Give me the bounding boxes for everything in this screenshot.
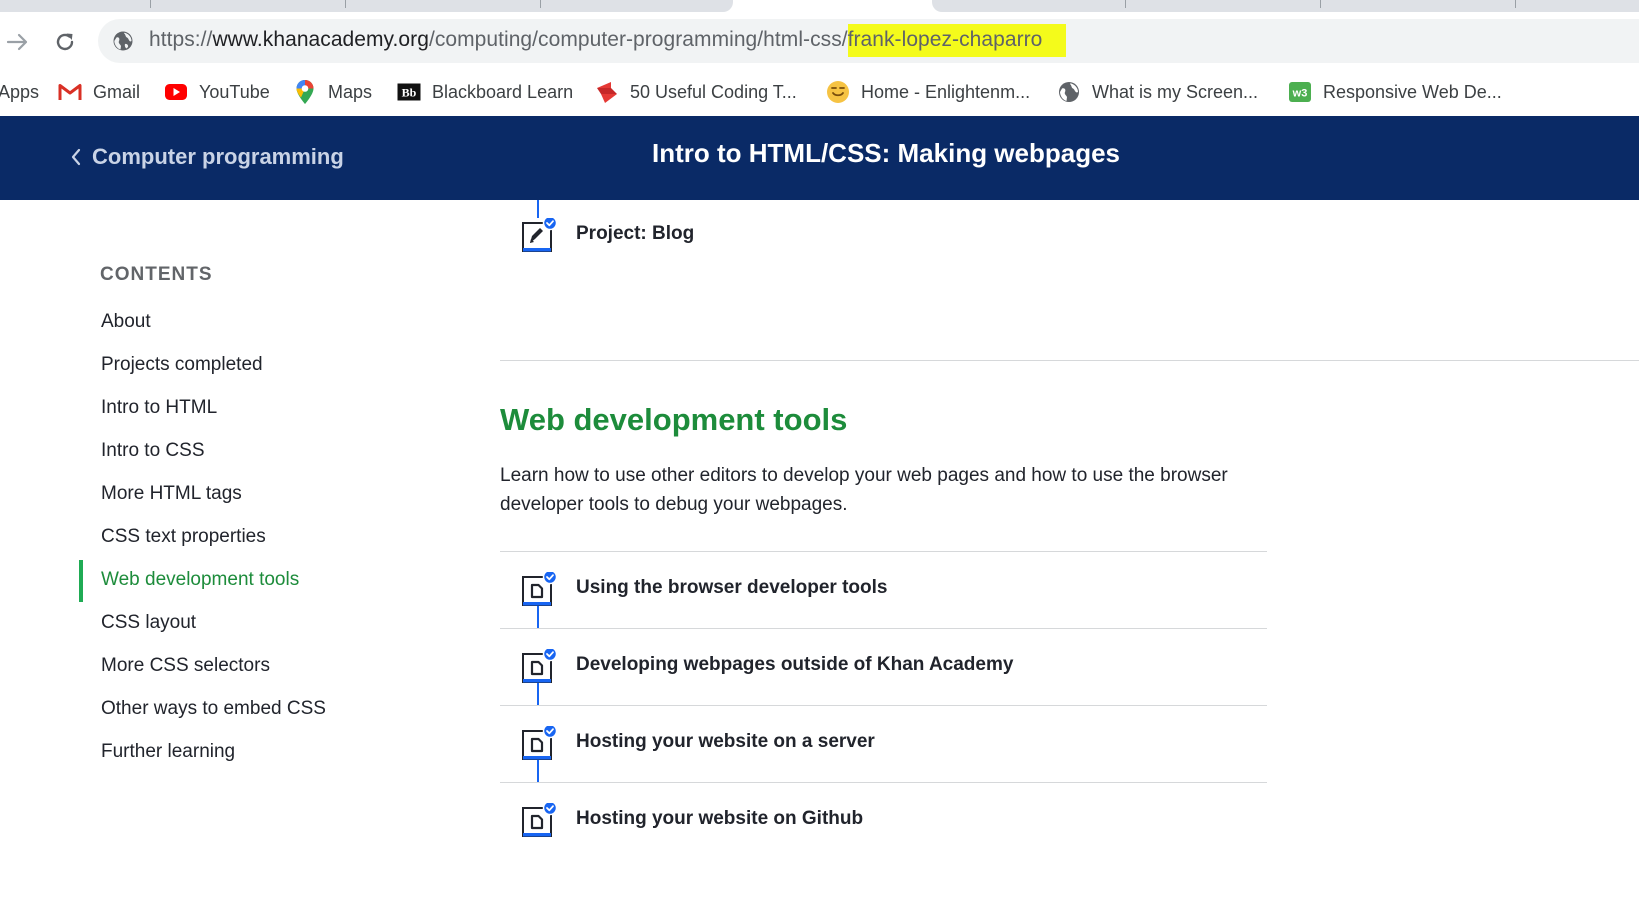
toc-item-intro-to-html[interactable]: Intro to HTML xyxy=(79,386,439,429)
w3-icon: w3 xyxy=(1288,80,1312,104)
reload-button[interactable] xyxy=(47,24,83,60)
tab-separator xyxy=(540,0,541,8)
bookmark-label: Gmail xyxy=(93,81,141,102)
section-divider xyxy=(500,360,1639,361)
bookmark-apps[interactable]: Apps xyxy=(0,76,39,108)
tab-separator xyxy=(1320,0,1321,8)
url-path: /computing/computer-programming/html-css… xyxy=(428,28,848,51)
url-highlighted-slug: frank-lopez-chaparro xyxy=(847,24,1067,57)
youtube-icon xyxy=(164,80,188,104)
maps-icon xyxy=(293,80,317,104)
url-text[interactable]: https://www.khanacademy.org/computing/co… xyxy=(149,24,1067,57)
toc-item-more-html-tags[interactable]: More HTML tags xyxy=(79,472,439,515)
toc-item-projects-completed[interactable]: Projects completed xyxy=(79,343,439,386)
chevron-left-icon xyxy=(70,148,82,166)
reload-icon xyxy=(56,33,74,51)
contents-heading: CONTENTS xyxy=(100,264,213,285)
toc-item-intro-to-css[interactable]: Intro to CSS xyxy=(79,429,439,472)
bookmarks-bar: Apps Gmail YouTube Maps Bb Blackboard Le… xyxy=(0,70,1639,116)
lesson-item[interactable]: Hosting your website on Github xyxy=(500,782,1267,856)
lesson-label: Developing webpages outside of Khan Acad… xyxy=(576,654,1014,675)
svg-text:w3: w3 xyxy=(1292,88,1308,100)
browser-toolbar: https://www.khanacademy.org/computing/co… xyxy=(0,12,1639,70)
lesson-item[interactable]: Developing webpages outside of Khan Acad… xyxy=(500,628,1267,705)
lesson-label: Hosting your website on a server xyxy=(576,731,875,752)
bookmark-label: What is my Screen... xyxy=(1092,81,1259,102)
bookmark-label: 50 Useful Coding T... xyxy=(630,81,797,102)
bookmark-responsive-web[interactable]: w3 Responsive Web De... xyxy=(1288,76,1502,108)
toc-item-further-learning[interactable]: Further learning xyxy=(79,730,439,773)
lesson-item[interactable]: Hosting your website on a server xyxy=(500,705,1267,782)
coding-icon xyxy=(595,80,619,104)
toc-item-more-css-selectors[interactable]: More CSS selectors xyxy=(79,644,439,687)
address-bar[interactable]: https://www.khanacademy.org/computing/co… xyxy=(98,19,1639,63)
svg-text:Bb: Bb xyxy=(402,86,417,100)
blackboard-icon: Bb xyxy=(397,80,421,104)
bookmark-label: Apps xyxy=(0,81,40,102)
tab-strip xyxy=(0,0,1639,12)
bookmark-gmail[interactable]: Gmail xyxy=(58,76,140,108)
page-title: Intro to HTML/CSS: Making webpages xyxy=(652,138,1121,168)
bookmark-screen-size[interactable]: What is my Screen... xyxy=(1057,76,1258,108)
toc-item-web-development-tools[interactable]: Web development tools xyxy=(79,558,439,602)
globe-icon xyxy=(1057,80,1081,104)
table-of-contents: About Projects completed Intro to HTML I… xyxy=(79,300,439,773)
bookmark-blackboard[interactable]: Bb Blackboard Learn xyxy=(397,76,573,108)
course-header: Computer programming Intro to HTML/CSS: … xyxy=(0,116,1639,200)
project-label: Project: Blog xyxy=(576,223,695,244)
forward-button[interactable] xyxy=(0,24,36,60)
bookmark-coding[interactable]: 50 Useful Coding T... xyxy=(595,76,797,108)
project-rocket-icon xyxy=(522,218,557,252)
bookmark-youtube[interactable]: YouTube xyxy=(164,76,270,108)
url-scheme: https:// xyxy=(149,28,213,51)
lesson-list: Using the browser developer tools Develo… xyxy=(500,551,1267,856)
tab-separator xyxy=(345,0,346,8)
toc-item-about[interactable]: About xyxy=(79,300,439,343)
tab-separator xyxy=(1515,0,1516,8)
bookmark-label: Blackboard Learn xyxy=(432,81,574,102)
bookmark-label: YouTube xyxy=(199,81,270,102)
arrow-forward-icon xyxy=(6,33,28,51)
bookmark-label: Responsive Web De... xyxy=(1323,81,1502,102)
bookmark-enlightenment[interactable]: Home - Enlightenm... xyxy=(826,76,1030,108)
browser-tab-group-right[interactable] xyxy=(932,0,1639,12)
toc-item-other-ways-to-embed-css[interactable]: Other ways to embed CSS xyxy=(79,687,439,730)
project-item[interactable]: Project: Blog xyxy=(500,212,1300,260)
bookmark-maps[interactable]: Maps xyxy=(293,76,372,108)
toc-item-css-layout[interactable]: CSS layout xyxy=(79,601,439,644)
lesson-label: Using the browser developer tools xyxy=(576,577,888,598)
back-link-label: Computer programming xyxy=(92,144,344,169)
back-to-course-link[interactable]: Computer programming xyxy=(70,140,344,174)
lesson-label: Hosting your website on Github xyxy=(576,808,864,829)
lesson-item[interactable]: Using the browser developer tools xyxy=(500,551,1267,628)
browser-tab-group[interactable] xyxy=(0,0,733,12)
globe-icon[interactable] xyxy=(112,30,134,52)
article-icon xyxy=(522,726,557,760)
bookmark-label: Maps xyxy=(328,81,373,102)
url-host: www.khanacademy.org xyxy=(212,28,429,51)
gmail-icon xyxy=(58,80,82,104)
article-icon xyxy=(522,803,557,837)
tab-separator xyxy=(1125,0,1126,8)
section-title[interactable]: Web development tools xyxy=(500,402,847,438)
section-description: Learn how to use other editors to develo… xyxy=(500,465,1228,515)
bookmark-label: Home - Enlightenm... xyxy=(861,81,1031,102)
toc-item-css-text-properties[interactable]: CSS text properties xyxy=(79,515,439,558)
article-icon xyxy=(522,649,557,683)
article-icon xyxy=(522,572,557,606)
tab-separator xyxy=(150,0,151,8)
smiley-icon xyxy=(826,80,850,104)
